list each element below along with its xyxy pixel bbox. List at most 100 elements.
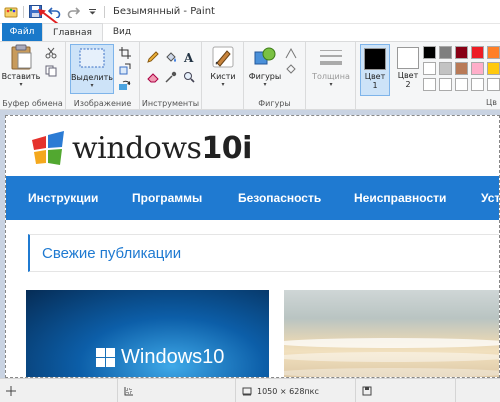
- ribbon-tabs: Файл Главная Вид: [0, 23, 500, 42]
- tools-group: A Инструменты: [140, 42, 202, 110]
- clipboard-group-label: Буфер обмена: [2, 99, 63, 108]
- palette-swatch[interactable]: [455, 78, 468, 91]
- palette-swatch[interactable]: [439, 46, 452, 59]
- palette-swatch[interactable]: [471, 78, 484, 91]
- shapes-icon: [252, 44, 278, 70]
- fill-icon[interactable]: [284, 62, 298, 76]
- palette-swatch[interactable]: [439, 62, 452, 75]
- fill-bucket-icon[interactable]: [164, 50, 178, 64]
- paste-button[interactable]: Вставить ▾: [1, 44, 41, 88]
- tab-home[interactable]: Главная: [42, 23, 103, 41]
- palette-swatch[interactable]: [487, 62, 500, 75]
- redo-icon[interactable]: [66, 5, 80, 19]
- post-thumbnail-beach[interactable]: [284, 290, 499, 377]
- palette-swatch[interactable]: [423, 78, 436, 91]
- selection-rectangle-icon: [79, 45, 105, 71]
- separator: [23, 5, 24, 18]
- rotate-icon[interactable]: [118, 78, 132, 92]
- disk-icon: [362, 386, 372, 396]
- color-palette: [423, 46, 500, 91]
- copy-icon[interactable]: [44, 64, 58, 78]
- canvas-area[interactable]: windows10i Инструкции Программы Безопасн…: [0, 110, 500, 378]
- selection-size-icon: [124, 387, 133, 396]
- logo-number: 10i: [201, 130, 252, 166]
- image-group-label: Изображение: [73, 99, 132, 108]
- wave-decoration: [284, 352, 499, 362]
- section-header: Свежие публикации: [28, 234, 499, 272]
- palette-swatch[interactable]: [471, 62, 484, 75]
- color1-number: 1: [372, 81, 378, 90]
- nav-item-security[interactable]: Безопасность: [238, 191, 321, 205]
- image-canvas[interactable]: windows10i Инструкции Программы Безопасн…: [5, 115, 500, 378]
- paint-app-icon[interactable]: [4, 5, 18, 19]
- ribbon: Вставить ▾ Буфер обмена Выделить ▾ Изобр…: [0, 42, 500, 110]
- nav-item-instructions[interactable]: Инструкции: [28, 191, 98, 205]
- nav-item-programs[interactable]: Программы: [132, 191, 202, 205]
- windows-logo-icon: [96, 348, 115, 367]
- nav-item-install[interactable]: Уста: [481, 191, 499, 205]
- outline-icon[interactable]: [284, 46, 298, 60]
- svg-text:A: A: [183, 51, 194, 63]
- palette-swatch[interactable]: [455, 62, 468, 75]
- chevron-down-icon: ▾: [90, 82, 94, 89]
- select-button[interactable]: Выделить ▾: [70, 44, 114, 94]
- eraser-icon[interactable]: [146, 70, 160, 84]
- brushes-label: Кисти: [210, 72, 236, 81]
- resize-icon[interactable]: [118, 62, 132, 76]
- logo-word: windows: [72, 130, 202, 166]
- tab-file[interactable]: Файл: [2, 23, 42, 41]
- customize-toolbar-icon[interactable]: [85, 5, 99, 19]
- palette-swatch[interactable]: [487, 46, 500, 59]
- nav-item-issues[interactable]: Неисправности: [354, 191, 446, 205]
- size-label: Толщина: [312, 72, 350, 81]
- status-bar: 1050 × 628пкс: [0, 378, 500, 402]
- clipboard-icon: [8, 44, 34, 70]
- crosshair-icon: [6, 386, 16, 396]
- file-size-cell: [356, 379, 456, 402]
- windows10-text: Windows10: [121, 346, 225, 368]
- palette-swatch[interactable]: [439, 78, 452, 91]
- select-label: Выделить: [71, 73, 113, 82]
- magnifier-icon[interactable]: [182, 70, 196, 84]
- size-button[interactable]: Толщина ▾: [310, 44, 352, 88]
- cut-icon[interactable]: [44, 46, 58, 60]
- brushes-button[interactable]: Кисти ▾: [206, 44, 240, 88]
- shapes-label: Фигуры: [248, 72, 282, 81]
- palette-swatch[interactable]: [455, 46, 468, 59]
- windows10i-logo-icon: [28, 128, 68, 168]
- palette-swatch[interactable]: [423, 62, 436, 75]
- post-thumbnail-windows10[interactable]: Windows10: [26, 290, 269, 377]
- section-title: Свежие публикации: [42, 244, 182, 262]
- shapes-button[interactable]: Фигуры ▾: [248, 44, 282, 88]
- crop-icon[interactable]: [118, 46, 132, 60]
- color2-button[interactable]: Цвет 2: [394, 46, 422, 96]
- site-logo: windows10i: [28, 128, 252, 168]
- text-tool-icon[interactable]: A: [182, 50, 196, 64]
- cursor-position-cell: [0, 379, 118, 402]
- palette-swatch[interactable]: [471, 46, 484, 59]
- chevron-down-icon: ▾: [263, 81, 267, 88]
- chevron-down-icon: ▾: [221, 81, 225, 88]
- palette-swatch[interactable]: [423, 46, 436, 59]
- windows10-banner: Windows10: [96, 346, 224, 369]
- separator: [104, 5, 105, 18]
- pencil-icon[interactable]: [146, 50, 160, 64]
- color1-label: Цвет: [364, 72, 386, 81]
- color1-button[interactable]: Цвет 1: [360, 44, 390, 96]
- title-bar: Безымянный - Paint: [0, 0, 500, 24]
- image-dimensions: 1050 × 628пкс: [257, 386, 319, 396]
- brushes-group: Кисти ▾: [202, 42, 244, 110]
- color-picker-icon[interactable]: [164, 70, 178, 84]
- wave-decoration: [284, 368, 499, 377]
- tools-group-label: Инструменты: [141, 99, 200, 108]
- color2-number: 2: [405, 80, 411, 89]
- image-size-cell: 1050 × 628пкс: [236, 379, 356, 402]
- window-title: Безымянный - Paint: [113, 6, 215, 17]
- palette-swatch[interactable]: [487, 78, 500, 91]
- wave-decoration: [284, 338, 499, 348]
- color2-swatch: [397, 47, 419, 69]
- colors-group-label: Цв: [486, 98, 497, 107]
- paste-label: Вставить: [1, 72, 41, 81]
- logo-wordmark: windows10i: [72, 131, 252, 166]
- tab-view[interactable]: Вид: [103, 23, 141, 41]
